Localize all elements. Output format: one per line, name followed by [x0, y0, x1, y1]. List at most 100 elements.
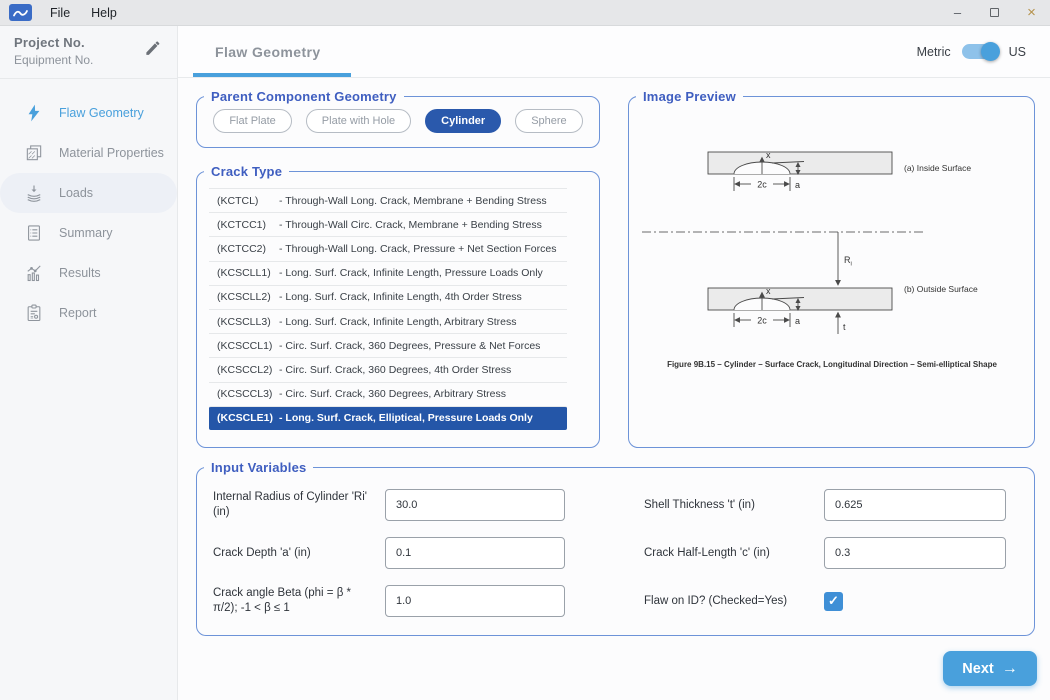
input-crack-angle-beta[interactable] [385, 585, 565, 617]
sidebar-item-summary[interactable]: Summary [0, 213, 177, 253]
check-icon: ✓ [828, 593, 839, 609]
geometry-option-sphere[interactable]: Sphere [515, 109, 582, 133]
next-arrow-icon: → [1002, 660, 1018, 678]
input-variables-legend: Input Variables [204, 460, 313, 475]
menu-help[interactable]: Help [91, 6, 117, 20]
main-header: Flaw Geometry Metric US [178, 26, 1050, 78]
sidebar-item-flaw-geometry[interactable]: Flaw Geometry [0, 93, 177, 133]
crack-code: (KCSCCL1) [217, 340, 279, 352]
crack-description: - Through-Wall Long. Crack, Pressure + N… [279, 243, 557, 255]
crack-type-kcsccl1[interactable]: (KCSCCL1)- Circ. Surf. Crack, 360 Degree… [209, 333, 567, 357]
sidebar-item-label: Flaw Geometry [59, 106, 144, 120]
sidebar-item-report[interactable]: Report [0, 293, 177, 333]
summary-icon [24, 223, 44, 243]
label-flaw-on-id: Flaw on ID? (Checked=Yes) [644, 594, 824, 609]
crack-description: - Long. Surf. Crack, Infinite Length, 4t… [279, 291, 522, 303]
crack-description: - Through-Wall Circ. Crack, Membrane + B… [279, 219, 542, 231]
geometry-option-cylinder[interactable]: Cylinder [425, 109, 501, 133]
sidebar-nav: Flaw Geometry Material Properties Loads Sum… [0, 93, 177, 333]
next-button[interactable]: Next → [943, 651, 1037, 686]
input-variables-group: Input Variables Internal Radius of Cylin… [196, 460, 1035, 636]
minimize-button[interactable]: – [939, 0, 976, 25]
checkbox-flaw-on-id[interactable]: ✓ [824, 592, 843, 611]
bolt-icon [24, 103, 44, 123]
geometry-option-plate-with-hole[interactable]: Plate with Hole [306, 109, 411, 133]
parent-geometry-group: Parent Component Geometry Flat Plate Plat… [196, 89, 600, 148]
input-grid: Internal Radius of Cylinder 'Ri' (in) She… [197, 475, 1034, 618]
geometry-option-flat-plate[interactable]: Flat Plate [213, 109, 291, 133]
edit-pencil-icon[interactable] [144, 40, 161, 62]
crack-description: - Long. Surf. Crack, Infinite Length, Ar… [279, 316, 517, 328]
label-internal-radius: Internal Radius of Cylinder 'Ri' (in) [213, 490, 385, 520]
crack-type-list: (KCTCL)- Through-Wall Long. Crack, Membr… [209, 188, 567, 430]
sidebar-item-material-properties[interactable]: Material Properties [0, 133, 177, 173]
input-row: Internal Radius of Cylinder 'Ri' (in) She… [213, 488, 1018, 522]
crack-type-kcscle1[interactable]: (KCSCLE1)- Long. Surf. Crack, Elliptical… [209, 406, 567, 430]
input-shell-thickness[interactable] [824, 489, 1006, 521]
crack-code: (KCTCL) [217, 195, 279, 207]
us-label: US [1009, 45, 1026, 59]
crack-type-group: Crack Type (KCTCL)- Through-Wall Long. C… [196, 164, 600, 448]
sidebar-item-label: Report [59, 306, 97, 320]
close-button[interactable]: × [1013, 0, 1050, 25]
input-internal-radius[interactable] [385, 489, 565, 521]
crack-type-kcsccl2[interactable]: (KCSCCL2)- Circ. Surf. Crack, 360 Degree… [209, 357, 567, 381]
crack-type-legend: Crack Type [204, 164, 289, 179]
input-crack-half-length[interactable] [824, 537, 1006, 569]
crack-description: - Long. Surf. Crack, Elliptical, Pressur… [279, 412, 533, 424]
unit-toggle[interactable] [962, 44, 998, 59]
crack-type-kcscll2[interactable]: (KCSCLL2)- Long. Surf. Crack, Infinite L… [209, 285, 567, 309]
figure-outside-surface [708, 288, 892, 334]
spacer [565, 536, 644, 570]
half-length-label-bottom: 2c [757, 316, 767, 326]
crack-type-kcsccl3[interactable]: (KCSCCL3)- Circ. Surf. Crack, 360 Degree… [209, 382, 567, 406]
page-title: Flaw Geometry [215, 44, 321, 60]
crack-type-kctcc1[interactable]: (KCTCC1)- Through-Wall Circ. Crack, Memb… [209, 212, 567, 236]
project-number-label: Project No. [14, 35, 93, 50]
crack-code: (KCSCCL2) [217, 364, 279, 376]
label-shell-thickness: Shell Thickness 't' (in) [644, 498, 824, 513]
depth-label-bottom: a [795, 316, 800, 326]
titlebar: File Help – × [0, 0, 1050, 26]
label-crack-half-length: Crack Half-Length 'c' (in) [644, 546, 824, 561]
crack-code: (KCSCLE1) [217, 412, 279, 424]
crack-type-kcscll1[interactable]: (KCSCLL1)- Long. Surf. Crack, Infinite L… [209, 261, 567, 285]
window-controls: – × [939, 0, 1050, 25]
menu-file[interactable]: File [50, 6, 70, 20]
input-row: Crack angle Beta (phi = β * π/2); -1 < β… [213, 584, 1018, 618]
input-crack-depth[interactable] [385, 537, 565, 569]
crack-type-kcscll3[interactable]: (KCSCLL3)- Long. Surf. Crack, Infinite L… [209, 309, 567, 333]
parent-geometry-legend: Parent Component Geometry [204, 89, 404, 104]
active-tab-underline [193, 73, 351, 77]
sidebar-item-results[interactable]: Results [0, 253, 177, 293]
sidebar-item-label: Results [59, 266, 101, 280]
crack-description: - Through-Wall Long. Crack, Membrane + B… [279, 195, 547, 207]
depth-label-top: a [795, 180, 800, 190]
equipment-number-label: Equipment No. [14, 53, 93, 67]
figure-container: x 2c a (a) Inside Surface Ri [629, 104, 1034, 390]
crack-description: - Circ. Surf. Crack, 360 Degrees, Arbitr… [279, 388, 506, 400]
project-block: Project No. Equipment No. [0, 26, 177, 79]
input-row: Crack Depth 'a' (in)Crack Half-Length 'c… [213, 536, 1018, 570]
sidebar-item-loads[interactable]: Loads [0, 173, 177, 213]
image-preview-legend: Image Preview [636, 89, 743, 104]
maximize-icon [990, 8, 999, 17]
outside-surface-label: (b) Outside Surface [904, 284, 978, 294]
crack-type-kctcc2[interactable]: (KCTCC2)- Through-Wall Long. Crack, Pres… [209, 236, 567, 260]
next-button-label: Next [962, 661, 993, 677]
spacer [565, 584, 644, 618]
material-icon [24, 143, 44, 163]
crack-type-kctcl[interactable]: (KCTCL)- Through-Wall Long. Crack, Membr… [209, 188, 567, 212]
crack-description: - Circ. Surf. Crack, 360 Degrees, 4th Or… [279, 364, 511, 376]
crack-code: (KCTCC1) [217, 219, 279, 231]
tab-flaw-geometry[interactable]: Flaw Geometry [178, 26, 341, 77]
app-window: File Help – × Project No. Equipment No. F… [0, 0, 1050, 700]
sidebar-item-label: Loads [59, 186, 93, 200]
crack-code: (KCTCC2) [217, 243, 279, 255]
crack-code: (KCSCLL1) [217, 267, 279, 279]
image-preview-group: Image Preview [628, 89, 1035, 448]
crack-description: - Circ. Surf. Crack, 360 Degrees, Pressu… [279, 340, 540, 352]
x-axis-label-bottom: x [766, 286, 771, 296]
checkbox-cell: ✓ [824, 592, 1006, 611]
maximize-button[interactable] [976, 0, 1013, 25]
